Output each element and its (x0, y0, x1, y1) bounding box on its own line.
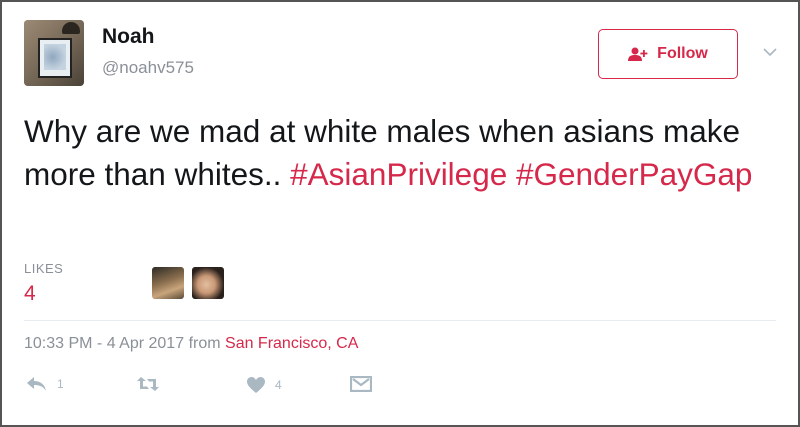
avatar[interactable] (24, 20, 84, 86)
reply-button[interactable]: 1 (26, 376, 64, 392)
timestamp[interactable]: 10:33 PM - 4 Apr 2017 (24, 335, 184, 352)
follow-button-label: Follow (657, 45, 708, 62)
from-label: from (188, 335, 221, 352)
direct-message-button[interactable] (350, 376, 381, 392)
user-handle[interactable]: @noahv575 (102, 58, 194, 78)
reply-icon (26, 376, 48, 392)
likes-count[interactable]: 4 (24, 282, 36, 306)
add-user-icon (628, 47, 648, 61)
direct-message-icon (350, 376, 372, 392)
heart-icon (246, 376, 266, 394)
reply-count: 1 (57, 377, 64, 391)
hashtag-genderpaygap[interactable]: #GenderPayGap (516, 156, 752, 192)
follow-button[interactable]: Follow (598, 29, 738, 79)
location-link[interactable]: San Francisco, CA (225, 335, 358, 352)
retweet-button[interactable] (136, 376, 169, 392)
tweet-text-space (507, 156, 516, 192)
retweet-icon (136, 376, 160, 392)
liker-avatar[interactable] (192, 267, 224, 299)
like-button[interactable]: 4 (246, 376, 282, 394)
chevron-down-icon[interactable] (762, 44, 778, 60)
hashtag-asianprivilege[interactable]: #AsianPrivilege (290, 156, 507, 192)
tweet-text: Why are we mad at white males when asian… (24, 110, 784, 196)
user-display-name[interactable]: Noah (102, 25, 155, 49)
liker-avatar[interactable] (152, 267, 184, 299)
tweet-card: Noah @noahv575 Follow Why are we mad at … (0, 0, 800, 427)
like-count: 4 (275, 378, 282, 392)
action-bar: 1 4 (2, 372, 800, 408)
divider (24, 320, 776, 321)
tweet-meta: 10:33 PM - 4 Apr 2017 from San Francisco… (24, 335, 358, 353)
likes-label: LIKES (24, 261, 64, 276)
